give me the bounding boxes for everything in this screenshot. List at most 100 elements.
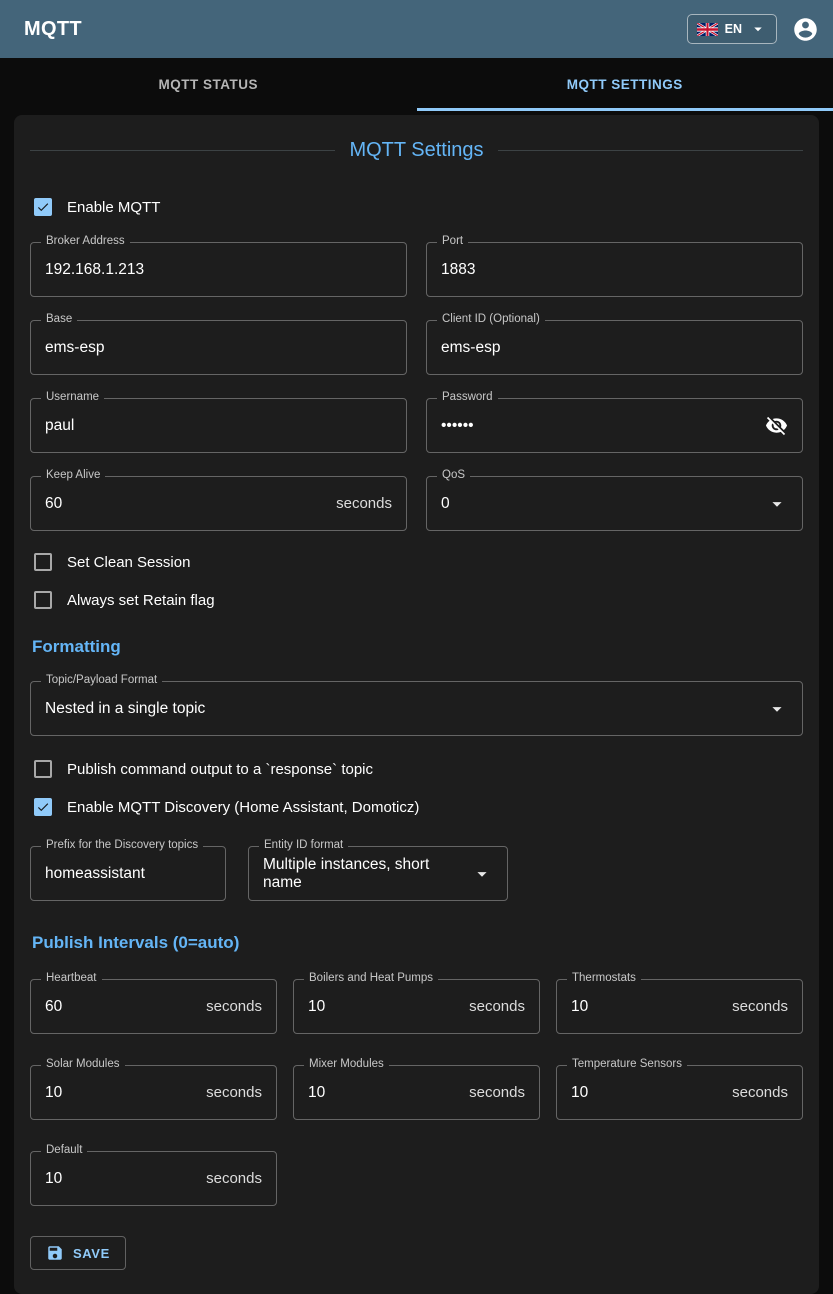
topic-payload-format-value: Nested in a single topic [45,700,205,718]
qos-select[interactable]: QoS 0 [426,476,803,531]
entity-id-format-label: Entity ID format [259,839,348,851]
entity-id-format-value: Multiple instances, short name [263,856,459,892]
username-field: Username [30,398,407,453]
enable-mqtt-checkbox[interactable] [34,198,52,216]
port-label: Port [437,235,468,247]
broker-address-input[interactable] [45,261,392,279]
retain-flag-checkbox-row[interactable]: Always set Retain flag [34,591,803,609]
password-field: Password [426,398,803,453]
uk-flag-icon [697,23,718,36]
dropdown-arrow-icon [766,698,788,720]
enable-mqtt-checkbox-row[interactable]: Enable MQTT [34,198,803,216]
boilers-label: Boilers and Heat Pumps [304,972,438,984]
enable-mqtt-label: Enable MQTT [67,199,160,216]
boilers-input[interactable] [308,998,461,1016]
default-interval-field: Default seconds [30,1151,277,1206]
save-icon [46,1244,64,1262]
publish-intervals-grid: Heartbeat seconds Boilers and Heat Pumps… [30,979,803,1206]
topic-payload-format-select[interactable]: Topic/Payload Format Nested in a single … [30,681,803,736]
panel-heading: MQTT Settings [30,139,803,162]
mqtt-discovery-checkbox-row[interactable]: Enable MQTT Discovery (Home Assistant, D… [34,798,803,816]
formatting-section-heading: Formatting [32,637,803,657]
broker-address-field: Broker Address [30,242,407,297]
default-label: Default [41,1144,87,1156]
client-id-label: Client ID (Optional) [437,313,545,325]
client-id-field: Client ID (Optional) [426,320,803,375]
app-bar: MQTT EN [0,0,833,58]
response-topic-label: Publish command output to a `response` t… [67,761,373,778]
qos-value: 0 [441,495,450,513]
account-circle-icon [792,16,819,43]
entity-id-format-select[interactable]: Entity ID format Multiple instances, sho… [248,846,508,901]
language-label: EN [725,22,742,36]
keep-alive-unit: seconds [328,495,392,512]
keep-alive-input[interactable] [45,495,328,513]
heartbeat-interval-field: Heartbeat seconds [30,979,277,1034]
tab-mqtt-status[interactable]: MQTT STATUS [0,58,417,111]
base-label: Base [41,313,77,325]
retain-flag-label: Always set Retain flag [67,592,215,609]
qos-label: QoS [437,469,470,481]
clean-session-checkbox-row[interactable]: Set Clean Session [34,553,803,571]
base-field: Base [30,320,407,375]
topic-payload-format-label: Topic/Payload Format [41,674,162,686]
client-id-input[interactable] [441,339,788,357]
mqtt-discovery-checkbox[interactable] [34,798,52,816]
mixer-label: Mixer Modules [304,1058,389,1070]
username-label: Username [41,391,104,403]
thermostats-unit: seconds [724,998,788,1015]
toggle-password-visibility-button[interactable] [765,414,788,437]
chevron-down-icon [749,20,767,38]
solar-label: Solar Modules [41,1058,125,1070]
password-input[interactable] [441,417,765,435]
temperature-sensors-unit: seconds [724,1084,788,1101]
save-button[interactable]: SAVE [30,1236,126,1270]
save-button-label: SAVE [73,1246,110,1261]
port-field: Port [426,242,803,297]
thermostats-input[interactable] [571,998,724,1016]
solar-unit: seconds [198,1084,262,1101]
username-input[interactable] [45,417,392,435]
broker-address-label: Broker Address [41,235,130,247]
port-input[interactable] [441,261,788,279]
dropdown-arrow-icon [766,493,788,515]
clean-session-checkbox[interactable] [34,553,52,571]
response-topic-checkbox[interactable] [34,760,52,778]
panel-title: MQTT Settings [349,139,483,162]
base-input[interactable] [45,339,392,357]
temperature-sensors-input[interactable] [571,1084,724,1102]
mixer-input[interactable] [308,1084,461,1102]
heartbeat-label: Heartbeat [41,972,102,984]
check-icon [36,799,50,815]
response-topic-checkbox-row[interactable]: Publish command output to a `response` t… [34,760,803,778]
discovery-prefix-input[interactable] [45,865,211,883]
default-unit: seconds [198,1170,262,1187]
publish-intervals-section-heading: Publish Intervals (0=auto) [32,933,803,953]
solar-input[interactable] [45,1084,198,1102]
heartbeat-unit: seconds [198,998,262,1015]
page-title: MQTT [24,18,82,41]
divider [30,150,335,151]
dropdown-arrow-icon [471,863,493,885]
divider [498,150,803,151]
discovery-prefix-field: Prefix for the Discovery topics [30,846,226,901]
mixer-interval-field: Mixer Modules seconds [293,1065,540,1120]
clean-session-label: Set Clean Session [67,554,190,571]
temperature-sensors-interval-field: Temperature Sensors seconds [556,1065,803,1120]
keep-alive-field: Keep Alive seconds [30,476,407,531]
connection-fields-grid: Broker Address Port Base Client ID (Opti… [30,242,803,531]
discovery-fields-row: Prefix for the Discovery topics Entity I… [30,846,803,901]
solar-interval-field: Solar Modules seconds [30,1065,277,1120]
boilers-unit: seconds [461,998,525,1015]
language-selector[interactable]: EN [687,14,777,44]
visibility-off-icon [765,414,788,437]
thermostats-interval-field: Thermostats seconds [556,979,803,1034]
heartbeat-input[interactable] [45,998,198,1016]
tab-mqtt-settings[interactable]: MQTT SETTINGS [417,58,833,111]
default-input[interactable] [45,1170,198,1188]
mqtt-discovery-label: Enable MQTT Discovery (Home Assistant, D… [67,799,419,816]
user-avatar-button[interactable] [792,16,819,43]
boilers-interval-field: Boilers and Heat Pumps seconds [293,979,540,1034]
password-label: Password [437,391,498,403]
retain-flag-checkbox[interactable] [34,591,52,609]
